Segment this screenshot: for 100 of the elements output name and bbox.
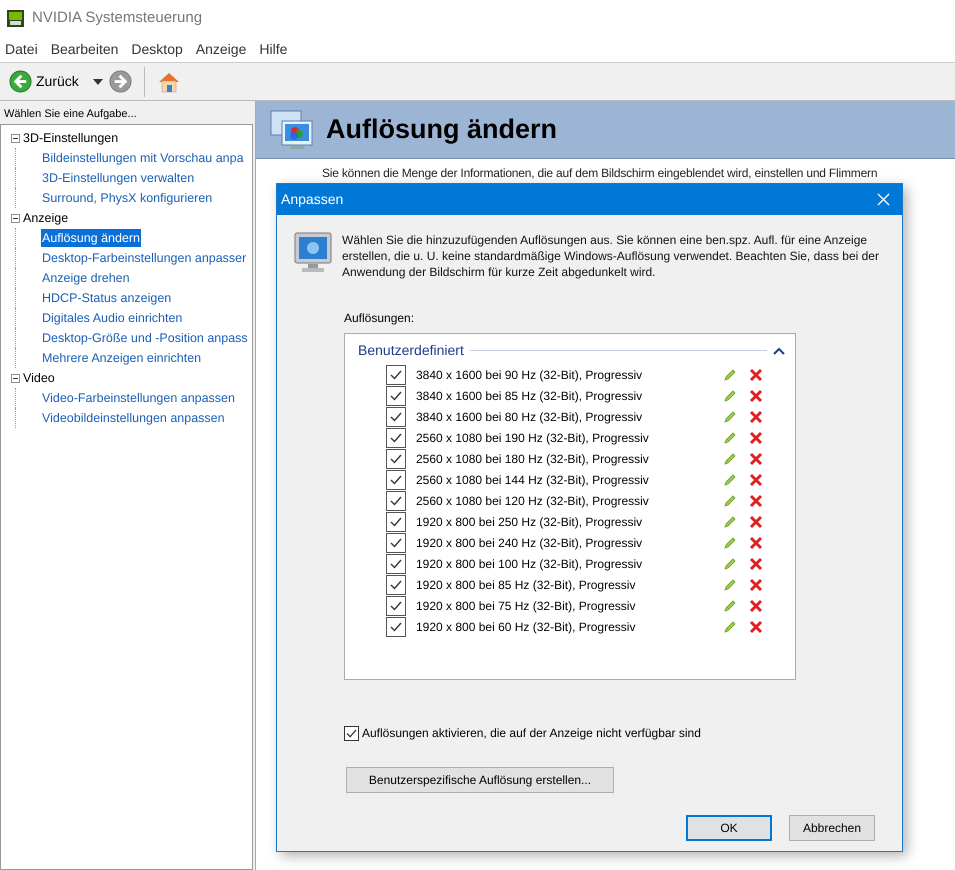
page-intro: Sie können die Menge der Informationen, die auf dem Bildschirm eingeblendet wird, einstellen und Flimmern (321, 165, 878, 182)
tree-category[interactable]: Anzeige (23, 208, 68, 228)
tree-item[interactable]: Mehrere Anzeigen einrichten (41, 348, 202, 368)
resolution-label: 1920 x 800 bei 60 Hz (32-Bit), Progressiv (416, 618, 636, 636)
delete-icon[interactable] (749, 452, 763, 466)
tree-item[interactable]: 3D-Einstellungen verwalten (41, 168, 196, 188)
group-header: Benutzerdefiniert (358, 341, 464, 360)
checkbox[interactable] (386, 616, 406, 636)
checkbox[interactable] (386, 532, 406, 552)
check-icon (390, 496, 402, 506)
delete-icon[interactable] (749, 598, 763, 612)
menu-item[interactable]: Datei (5, 38, 38, 60)
check-icon (390, 390, 402, 400)
check-icon (390, 622, 402, 632)
check-icon (390, 558, 402, 568)
dialog-title: Anpassen (281, 190, 344, 209)
tree-item[interactable]: HDCP-Status anzeigen (41, 288, 172, 308)
delete-icon[interactable] (749, 514, 763, 528)
delete-icon[interactable] (749, 556, 763, 570)
checkbox[interactable] (386, 470, 406, 490)
tree-item[interactable]: Anzeige drehen (41, 268, 131, 288)
sidebar-header: Wählen Sie eine Aufgabe... (3, 107, 138, 122)
check-icon (390, 370, 402, 380)
tree-item[interactable]: Desktop-Farbeinstellungen anpasser (41, 248, 248, 268)
back-button[interactable]: Zurück (9, 70, 79, 93)
tree-item[interactable]: Video-Farbeinstellungen anpassen (41, 388, 236, 408)
checkbox[interactable] (386, 574, 406, 594)
check-icon (390, 516, 402, 526)
tree-category[interactable]: Video (23, 368, 55, 388)
pencil-icon[interactable] (723, 472, 737, 486)
check-icon (390, 412, 402, 422)
pencil-icon[interactable] (723, 578, 737, 592)
dialog-description: Wählen Sie die hinzuzufügenden Auflösungen aus. Sie können eine ben.spz. Aufl. für eine Anzeige erstellen, die u. U. keine standardmäßige Windows-Auflösung verwendet. Beachten Sie, dass bei der Anwendung der Bildschirm für kurze Zeit abgedunkelt wird. (342, 232, 880, 280)
check-icon (390, 538, 402, 548)
pencil-icon[interactable] (723, 452, 737, 466)
resolution-label: 1920 x 800 bei 85 Hz (32-Bit), Progressiv (416, 576, 636, 594)
pencil-icon[interactable] (723, 388, 737, 402)
pencil-icon[interactable] (723, 536, 737, 550)
collapse-icon[interactable] (11, 374, 20, 382)
checkbox[interactable] (386, 448, 406, 468)
menu-item[interactable]: Bearbeiten (50, 38, 118, 60)
checkbox[interactable] (386, 406, 406, 426)
delete-icon[interactable] (749, 410, 763, 424)
dialog-button[interactable]: Abbrechen (789, 815, 875, 841)
tree-item[interactable]: Digitales Audio einrichten (41, 308, 184, 328)
delete-icon[interactable] (749, 430, 763, 444)
resolution-label: 2560 x 1080 bei 120 Hz (32-Bit), Progressiv (416, 492, 650, 510)
dialog-button[interactable]: OK (686, 815, 772, 841)
check-icon (346, 728, 357, 738)
delete-icon[interactable] (749, 472, 763, 486)
page-title: Auflösung ändern (326, 113, 557, 146)
collapse-icon[interactable] (773, 346, 785, 354)
menu-item[interactable]: Hilfe (259, 38, 288, 60)
list-label: Auflösungen: (344, 310, 416, 327)
check-icon (390, 454, 402, 464)
monitor-icon (294, 232, 332, 274)
pencil-icon[interactable] (723, 620, 737, 634)
pencil-icon[interactable] (723, 494, 737, 508)
checkbox[interactable] (386, 386, 406, 406)
checkbox[interactable] (386, 554, 406, 574)
pencil-icon[interactable] (723, 514, 737, 528)
delete-icon[interactable] (749, 388, 763, 402)
check-icon (390, 432, 402, 442)
pencil-icon[interactable] (723, 598, 737, 612)
create-resolution-button[interactable]: Benutzerspezifische Auflösung erstellen... (346, 767, 614, 793)
resolution-label: 3840 x 1600 bei 85 Hz (32-Bit), Progressiv (416, 388, 644, 404)
checkbox[interactable] (344, 726, 359, 740)
delete-icon[interactable] (749, 578, 763, 592)
tree-item[interactable]: Desktop-Größe und -Position anpass (41, 328, 249, 348)
checkbox-label[interactable]: Auflösungen aktivieren, die auf der Anzeige nicht verfügbar sind (362, 724, 701, 742)
dropdown-caret-icon[interactable] (92, 78, 103, 84)
delete-icon[interactable] (749, 620, 763, 634)
delete-icon[interactable] (749, 536, 763, 550)
pencil-icon[interactable] (723, 410, 737, 424)
pencil-icon[interactable] (723, 430, 737, 444)
tree-item[interactable]: Videobildeinstellungen anpassen (41, 408, 226, 428)
resolution-label: 2560 x 1080 bei 144 Hz (32-Bit), Progressiv (416, 472, 650, 488)
collapse-icon[interactable] (11, 214, 20, 222)
tree-item[interactable]: Bildeinstellungen mit Vorschau anpa (41, 148, 245, 168)
delete-icon[interactable] (749, 368, 763, 382)
checkbox[interactable] (386, 428, 406, 448)
window-title: NVIDIA Systemsteuerung (32, 8, 202, 28)
delete-icon[interactable] (749, 494, 763, 508)
resolution-label: 2560 x 1080 bei 180 Hz (32-Bit), Progressiv (416, 450, 650, 468)
tree-item[interactable]: Surround, PhysX konfigurieren (41, 188, 214, 208)
menu-item[interactable]: Desktop (131, 38, 183, 60)
tree-item[interactable]: Auflösung ändern (41, 228, 141, 248)
checkbox[interactable] (386, 364, 406, 384)
checkbox[interactable] (386, 596, 406, 616)
check-icon (390, 580, 402, 590)
resolution-label: 1920 x 800 bei 240 Hz (32-Bit), Progressiv (416, 534, 644, 552)
close-icon[interactable] (877, 193, 890, 206)
pencil-icon[interactable] (723, 368, 737, 382)
pencil-icon[interactable] (723, 556, 737, 570)
menu-item[interactable]: Anzeige (196, 38, 246, 60)
check-icon (390, 600, 402, 610)
collapse-icon[interactable] (11, 134, 20, 142)
checkbox[interactable] (386, 490, 406, 510)
checkbox[interactable] (386, 512, 406, 532)
tree-category[interactable]: 3D-Einstellungen (23, 128, 118, 148)
